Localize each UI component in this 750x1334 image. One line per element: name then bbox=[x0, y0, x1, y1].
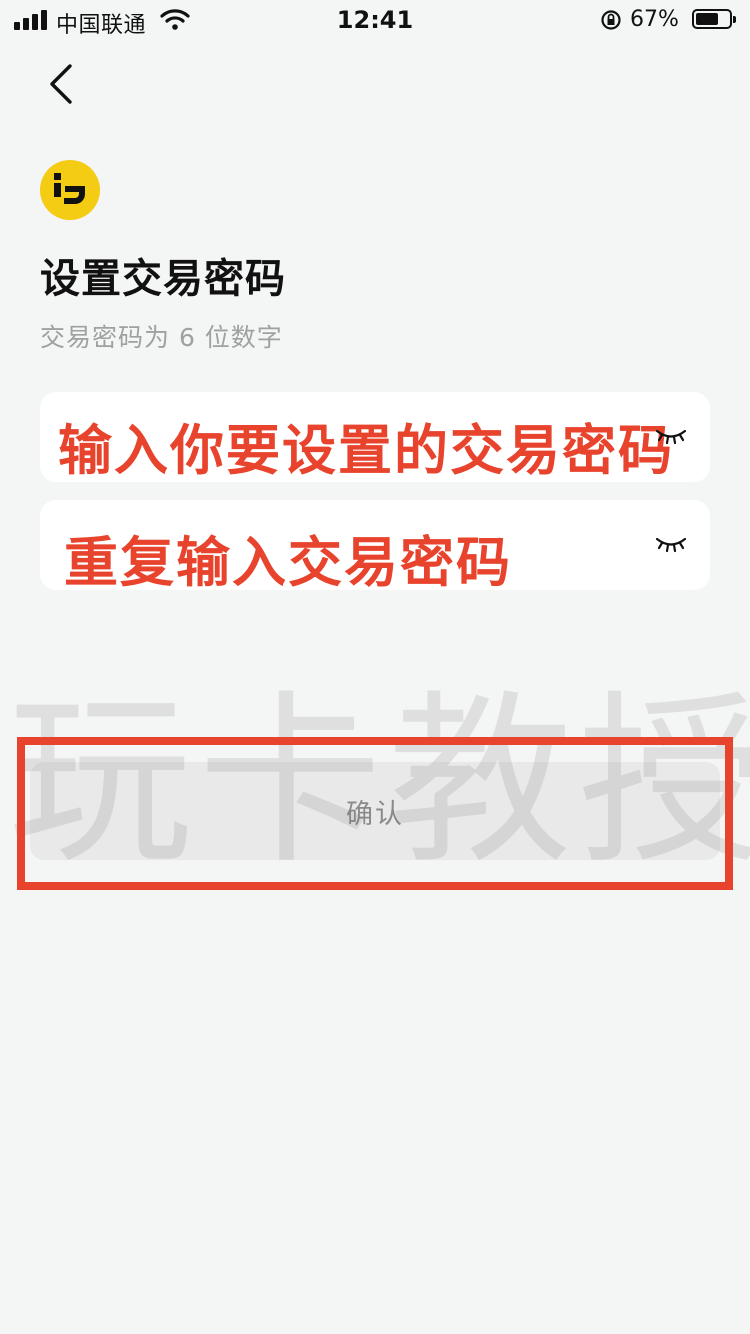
status-bar: 中国联通 12:41 67% bbox=[0, 0, 750, 40]
rotation-lock-icon bbox=[601, 10, 621, 30]
battery-percent: 67% bbox=[630, 7, 679, 32]
highlight-box bbox=[17, 737, 733, 890]
annotation-label: 输入你要设置的交易密码 bbox=[58, 419, 674, 482]
eye-closed-icon[interactable] bbox=[654, 534, 688, 554]
battery-icon bbox=[692, 9, 736, 29]
page-subtitle: 交易密码为 6 位数字 bbox=[40, 323, 283, 352]
eye-closed-icon[interactable] bbox=[654, 426, 688, 446]
confirm-password-input[interactable]: 重复输入交易密码 bbox=[40, 500, 710, 594]
page-title: 设置交易密码 bbox=[40, 256, 286, 302]
app-logo-icon bbox=[40, 160, 100, 220]
annotation-label: 重复输入交易密码 bbox=[64, 531, 512, 594]
back-button[interactable] bbox=[42, 62, 82, 106]
password-input[interactable]: 输入你要设置的交易密码 bbox=[40, 392, 710, 482]
